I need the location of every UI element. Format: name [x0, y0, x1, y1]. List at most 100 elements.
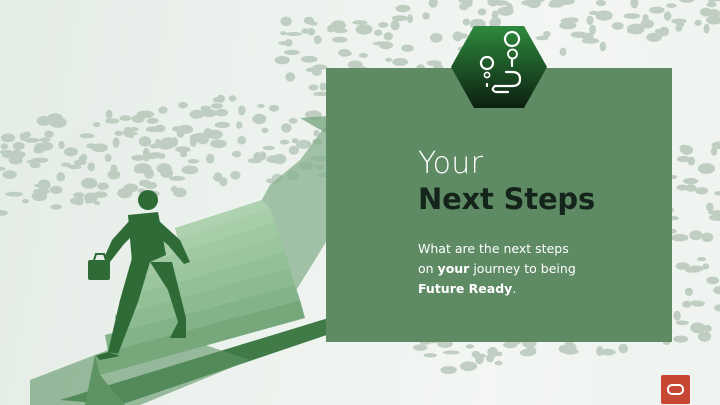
pebble: [105, 109, 113, 119]
pebble: [44, 130, 54, 138]
pebble: [589, 10, 599, 15]
pebble: [158, 106, 168, 114]
pebble: [84, 192, 98, 204]
pebble: [219, 177, 228, 187]
pebble: [288, 117, 298, 124]
pebble: [714, 304, 720, 312]
pebble: [228, 95, 237, 102]
pebble: [395, 4, 411, 13]
pebble: [24, 137, 40, 143]
pebble: [288, 145, 299, 155]
pebble: [114, 130, 124, 136]
pebble: [58, 140, 65, 150]
pebble: [679, 0, 695, 3]
pebble: [595, 0, 606, 7]
pebble: [259, 151, 267, 161]
pebble: [78, 156, 86, 162]
pebble: [2, 170, 17, 180]
pebble: [284, 39, 293, 47]
pebble: [201, 133, 218, 138]
pebble: [695, 187, 709, 195]
pebble: [494, 360, 503, 366]
pebble: [146, 117, 159, 124]
body-text-line-1: What are the next steps: [418, 241, 569, 256]
pebble: [261, 127, 269, 133]
pebble: [673, 310, 681, 321]
pebble: [710, 146, 718, 156]
pebble: [0, 166, 6, 171]
slide: Your Next Steps What are the next steps …: [0, 0, 720, 405]
pebble: [691, 300, 705, 307]
pebble: [358, 53, 368, 58]
pebble: [663, 11, 672, 21]
pebble: [372, 41, 391, 46]
title-line-1: Your: [418, 146, 484, 181]
pebble: [477, 8, 487, 16]
pebble: [37, 179, 51, 191]
pebble: [268, 104, 280, 112]
oracle-logo: [661, 375, 690, 404]
pebble: [160, 168, 174, 178]
pebble: [344, 51, 352, 56]
pebble: [145, 126, 162, 133]
pebble: [280, 16, 292, 27]
pebble: [313, 35, 322, 44]
pebble: [105, 118, 120, 124]
pebble: [623, 13, 641, 19]
pebble: [355, 24, 373, 35]
pebble: [31, 191, 48, 202]
pebble: [706, 1, 717, 8]
pebble: [189, 136, 197, 147]
pebble: [211, 103, 223, 109]
pebble: [39, 137, 51, 143]
pebble: [274, 56, 290, 65]
pebble: [268, 155, 283, 164]
pebble: [216, 94, 225, 104]
pebble: [671, 18, 687, 24]
pebble: [238, 105, 246, 116]
pebble: [308, 84, 319, 91]
pebble: [684, 287, 694, 296]
pebble: [200, 109, 218, 117]
pebble: [401, 44, 414, 52]
pebble: [666, 3, 677, 8]
pebble: [87, 162, 95, 172]
pebble: [685, 267, 701, 273]
body-text-journey: journey to being: [469, 261, 576, 276]
pebble: [93, 121, 101, 128]
pebble: [281, 123, 292, 133]
pebble: [0, 210, 8, 216]
pebble: [301, 28, 310, 34]
pebble: [682, 177, 699, 185]
pebble: [673, 335, 688, 343]
pebble: [611, 22, 624, 30]
pebble: [160, 137, 177, 147]
pebble: [230, 170, 241, 180]
pebble: [326, 26, 335, 33]
pebble: [210, 139, 227, 149]
pebble: [706, 202, 714, 212]
pebble: [187, 159, 200, 164]
pebble: [701, 232, 714, 243]
pebble: [262, 145, 275, 151]
pebble: [706, 15, 720, 25]
pebble: [131, 114, 145, 124]
pebble: [422, 12, 430, 20]
pebble: [646, 32, 662, 42]
pebble: [91, 143, 108, 153]
pebble: [423, 353, 437, 358]
pebble: [112, 137, 120, 148]
oracle-ring-icon: [667, 384, 684, 395]
pebble: [627, 25, 634, 34]
pebble: [649, 6, 665, 14]
pebble: [559, 47, 567, 56]
pebble: [565, 17, 579, 24]
pebble: [301, 55, 318, 63]
pebble: [68, 164, 82, 170]
pebble: [296, 139, 312, 149]
pebble: [170, 185, 178, 193]
pebble: [428, 0, 438, 8]
body-text-future-ready: Future Ready: [418, 281, 513, 296]
pebble: [687, 156, 696, 166]
pebble: [703, 23, 710, 34]
